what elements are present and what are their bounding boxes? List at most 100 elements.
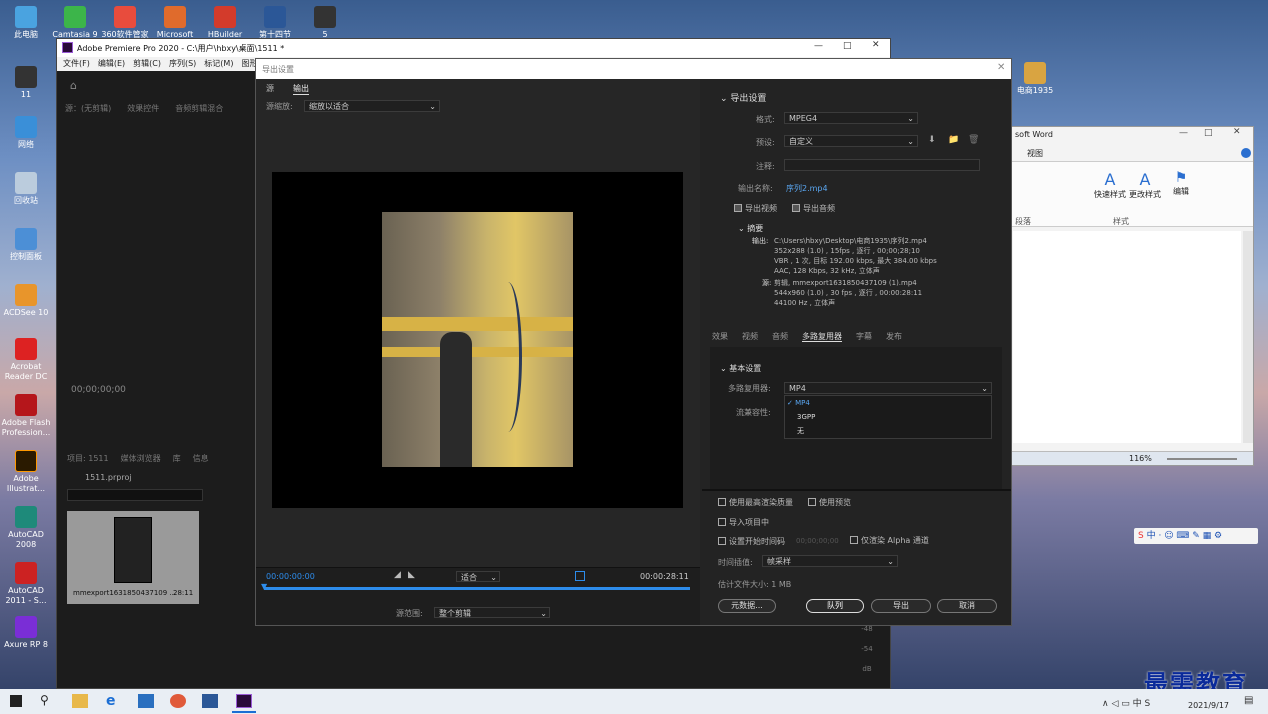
desktop-icon-illustrator[interactable]: Adobe Illustrat... <box>0 450 55 494</box>
tab-project[interactable]: 项目: 1511 <box>67 454 109 463</box>
desktop-icon-acdsee[interactable]: ACDSee 10 <box>0 284 55 318</box>
multiplexer-dropdown[interactable]: MP4 ⌄ <box>784 382 992 394</box>
tab-source[interactable]: 源：(无剪辑) <box>65 104 111 113</box>
premiere-close-button[interactable]: ✕ <box>872 40 880 50</box>
ime-toolbar[interactable]: S 中 · ☺ ⌨ ✎ ▦ ⚙ <box>1134 528 1258 544</box>
project-panel-tabs: 项目: 1511 媒体浏览器 库 信息 <box>67 453 209 464</box>
max-render-quality-checkbox[interactable]: 使用最高渲染质量 <box>718 497 793 508</box>
desktop-icon-autocad-2011[interactable]: AutoCAD 2011 - S... <box>0 562 55 606</box>
taskbar-explorer-icon[interactable] <box>72 694 88 708</box>
option-mp4[interactable]: ✓ MP4 <box>785 396 991 410</box>
time-interpolation-dropdown[interactable]: 帧采样 ⌄ <box>762 555 898 567</box>
metadata-button[interactable]: 元数据... <box>718 599 776 613</box>
menu-sequence[interactable]: 序列(S) <box>169 59 196 68</box>
checkbox-unchecked-icon <box>850 536 858 544</box>
premiere-home-icon[interactable]: ⌂ <box>70 79 77 92</box>
menu-marker[interactable]: 标记(M) <box>204 59 233 68</box>
menu-edit[interactable]: 编辑(E) <box>98 59 125 68</box>
premiere-minimize-button[interactable]: — <box>814 41 823 51</box>
tab-media-browser[interactable]: 媒体浏览器 <box>121 454 161 463</box>
desktop-icon-acrobat[interactable]: Acrobat Reader DC <box>0 338 55 382</box>
tab-output-view[interactable]: 输出 <box>293 83 309 95</box>
taskbar-app-icon[interactable] <box>170 694 186 708</box>
desktop-icon-folder-1935[interactable]: 电商1935 <box>1006 62 1064 96</box>
word-close-button[interactable]: ✕ <box>1233 127 1241 137</box>
search-icon[interactable]: ⚲ <box>40 693 49 707</box>
option-none[interactable]: 无 <box>785 424 991 438</box>
format-dropdown[interactable]: MPEG4 ⌄ <box>784 112 918 124</box>
export-video-checkbox[interactable]: 导出视频 <box>734 203 777 214</box>
tab-libraries[interactable]: 库 <box>173 454 181 463</box>
delete-preset-icon[interactable]: 🗑 <box>968 135 979 145</box>
check-icon: ✓ <box>787 399 796 407</box>
tab-audio[interactable]: 音频 <box>772 332 788 341</box>
preview-timecode-end: 00:00:28:11 <box>640 572 689 581</box>
comment-input[interactable] <box>784 159 980 171</box>
notification-icon[interactable]: ▤ <box>1244 695 1253 706</box>
word-help-icon[interactable] <box>1241 148 1251 158</box>
tab-audio-mixer[interactable]: 音频剪辑混合 <box>175 104 223 113</box>
range-dropdown[interactable]: 整个剪辑 ⌄ <box>434 607 550 618</box>
start-button[interactable] <box>10 695 22 707</box>
set-start-timecode-checkbox[interactable]: 设置开始时间码 <box>718 536 785 547</box>
desktop-icon-5[interactable]: 5 <box>296 6 354 40</box>
queue-button[interactable]: 队列 <box>806 599 864 613</box>
fit-dropdown[interactable]: 适合 ⌄ <box>456 571 500 582</box>
desktop-icon-autocad-2008[interactable]: AutoCAD 2008 <box>0 506 55 550</box>
tab-source-view[interactable]: 源 <box>266 83 274 94</box>
estimated-file-size: 估计文件大小: 1 MB <box>718 580 792 589</box>
preset-dropdown[interactable]: 自定义 ⌄ <box>784 135 918 147</box>
menu-file[interactable]: 文件(F) <box>63 59 90 68</box>
export-button[interactable]: 导出 <box>871 599 931 613</box>
desktop-icon-flash[interactable]: Adobe Flash Profession... <box>0 394 55 438</box>
tab-publish[interactable]: 发布 <box>886 332 902 341</box>
word-change-styles-button[interactable]: A 更改样式 <box>1128 170 1162 200</box>
tab-captions[interactable]: 字幕 <box>856 332 872 341</box>
tab-effects[interactable]: 效果 <box>712 332 728 341</box>
tab-info[interactable]: 信息 <box>193 454 209 463</box>
export-audio-checkbox[interactable]: 导出音频 <box>792 203 835 214</box>
alpha-only-checkbox[interactable]: 仅渲染 Alpha 通道 <box>850 535 929 546</box>
mark-out-button[interactable]: ◣ <box>408 570 415 580</box>
output-name-label: 输出名称: <box>738 184 773 193</box>
word-quick-styles-button[interactable]: A 快速样式 <box>1093 170 1127 200</box>
word-edit-button[interactable]: ⚑ 编辑 <box>1169 170 1193 197</box>
playhead-icon[interactable]: ▼ <box>261 582 267 591</box>
mark-in-button[interactable]: ◢ <box>394 570 401 580</box>
taskbar-premiere-icon[interactable] <box>236 694 252 708</box>
tab-multiplexer[interactable]: 多路复用器 <box>802 332 842 342</box>
taskbar-photos-icon[interactable] <box>138 694 154 708</box>
desktop-icon-recycle-bin[interactable]: 回收站 <box>0 172 55 206</box>
use-previews-checkbox[interactable]: 使用预览 <box>808 497 851 508</box>
word-view-tab[interactable]: 视图 <box>1027 148 1043 159</box>
system-tray[interactable]: ∧ ◁ ▭ 中 S <box>1102 696 1150 709</box>
project-search-input[interactable] <box>67 489 203 501</box>
desktop-icon-axure[interactable]: Axure RP 8 <box>0 616 55 650</box>
save-preset-icon[interactable]: ⬇ <box>928 135 936 145</box>
word-maximize-button[interactable]: □ <box>1204 128 1213 138</box>
import-into-project-checkbox[interactable]: 导入项目中 <box>718 517 769 528</box>
taskbar-word-icon[interactable] <box>202 694 218 708</box>
taskbar-edge-icon[interactable]: e <box>106 693 116 709</box>
word-zoom-slider[interactable] <box>1167 458 1237 460</box>
menu-clip[interactable]: 剪辑(C) <box>133 59 161 68</box>
aspect-toggle-icon[interactable] <box>575 571 585 581</box>
premiere-maximize-button[interactable]: □ <box>843 41 852 51</box>
word-vertical-scrollbar[interactable] <box>1243 231 1253 443</box>
option-3gpp[interactable]: 3GPP <box>785 410 991 424</box>
output-name-link[interactable]: 序列2.mp4 <box>786 183 828 194</box>
import-preset-icon[interactable]: 📁 <box>948 135 959 145</box>
settings-panel: ⌄ 导出设置 格式: MPEG4 ⌄ 预设: 自定义 ⌄ ⬇ 📁 🗑 注释: 输出名… <box>702 79 1011 625</box>
desktop-icon-11[interactable]: 11 <box>0 66 55 100</box>
project-clip-item[interactable]: mmexport1631850437109 ... 28:11 <box>67 511 199 604</box>
tab-video[interactable]: 视频 <box>742 332 758 341</box>
cancel-button[interactable]: 取消 <box>937 599 997 613</box>
word-ribbon: A 快速样式 A 更改样式 ⚑ 编辑 段落 样式 <box>1011 161 1253 227</box>
word-minimize-button[interactable]: — <box>1179 128 1188 138</box>
desktop-icon-control-panel[interactable]: 控制面板 <box>0 228 55 262</box>
dialog-close-button[interactable]: ✕ <box>997 62 1005 73</box>
desktop-icon-network[interactable]: 网络 <box>0 116 55 150</box>
source-zoom-dropdown[interactable]: 缩放以适合 ⌄ <box>304 100 440 112</box>
tab-effect-controls[interactable]: 效果控件 <box>127 104 159 113</box>
preview-timeline-bar[interactable] <box>264 587 690 590</box>
